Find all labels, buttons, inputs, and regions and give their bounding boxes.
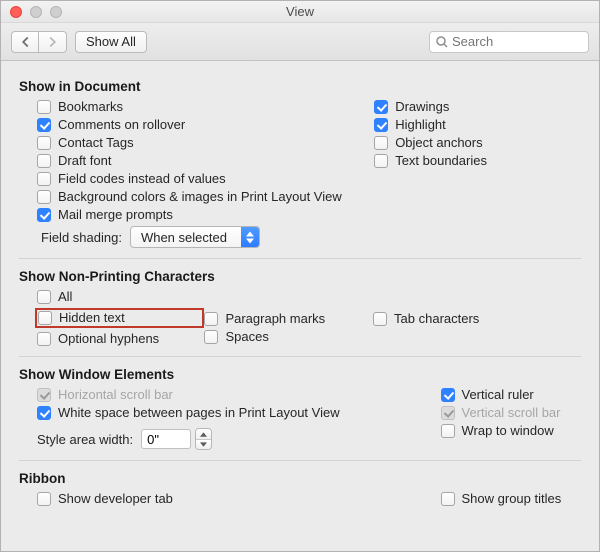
checkbox-bookmarks[interactable]: Bookmarks	[37, 100, 356, 114]
show-all-label: Show All	[86, 34, 136, 49]
forward-button[interactable]	[39, 31, 67, 53]
chevron-left-icon	[21, 36, 30, 48]
chevron-right-icon	[48, 36, 57, 48]
select-arrows-icon	[241, 227, 259, 247]
checkbox-vertical-scroll: Vertical scroll bar	[441, 406, 582, 420]
checkbox-object-anchors[interactable]: Object anchors	[374, 136, 581, 150]
search-input[interactable]	[452, 34, 572, 49]
checkbox-highlight[interactable]: Highlight	[374, 118, 581, 132]
checkbox-paragraph-marks[interactable]: Paragraph marks	[204, 312, 373, 326]
search-icon	[436, 36, 448, 48]
field-shading-select[interactable]: When selected	[130, 226, 260, 248]
checkbox-contact-tags[interactable]: Contact Tags	[37, 136, 356, 150]
annotation-highlight: Hidden text	[35, 308, 204, 328]
titlebar: View	[1, 1, 599, 23]
checkbox-spaces[interactable]: Spaces	[204, 330, 373, 344]
checkbox-draft-font[interactable]: Draft font	[37, 154, 356, 168]
checkbox-all[interactable]: All	[37, 290, 204, 304]
checkbox-hidden-text[interactable]: Hidden text	[38, 311, 125, 325]
search-field[interactable]	[429, 31, 589, 53]
section-show-in-document: Show in Document	[19, 79, 581, 94]
checkbox-horizontal-scroll: Horizontal scroll bar	[37, 388, 441, 402]
section-non-printing: Show Non-Printing Characters	[19, 269, 581, 284]
checkbox-field-codes[interactable]: Field codes instead of values	[37, 172, 356, 186]
show-all-button[interactable]: Show All	[75, 31, 147, 53]
checkbox-developer-tab[interactable]: Show developer tab	[37, 492, 441, 506]
checkbox-comments-rollover[interactable]: Comments on rollover	[37, 118, 356, 132]
field-shading-value: When selected	[131, 227, 241, 247]
checkbox-wrap-to-window[interactable]: Wrap to window	[441, 424, 582, 438]
style-area-width-label: Style area width:	[37, 432, 133, 447]
toolbar: Show All	[1, 23, 599, 61]
checkbox-drawings[interactable]: Drawings	[374, 100, 581, 114]
checkbox-optional-hyphens[interactable]: Optional hyphens	[37, 332, 204, 346]
window-title: View	[1, 4, 599, 19]
style-area-width-input[interactable]	[141, 429, 191, 449]
stepper-up[interactable]	[196, 429, 211, 439]
field-shading-label: Field shading:	[41, 230, 122, 245]
stepper-down[interactable]	[196, 439, 211, 449]
nav-segment	[11, 31, 67, 53]
style-area-width-stepper[interactable]	[141, 428, 212, 450]
checkbox-vertical-ruler[interactable]: Vertical ruler	[441, 388, 582, 402]
checkbox-white-space[interactable]: White space between pages in Print Layou…	[37, 406, 441, 420]
back-button[interactable]	[11, 31, 39, 53]
checkbox-text-boundaries[interactable]: Text boundaries	[374, 154, 581, 168]
checkbox-group-titles[interactable]: Show group titles	[441, 492, 582, 506]
section-window-elements: Show Window Elements	[19, 367, 581, 382]
checkbox-bg-colors[interactable]: Background colors & images in Print Layo…	[37, 190, 356, 204]
checkbox-tab-characters[interactable]: Tab characters	[373, 312, 581, 326]
section-ribbon: Ribbon	[19, 471, 581, 486]
checkbox-mail-merge[interactable]: Mail merge prompts	[37, 208, 356, 222]
